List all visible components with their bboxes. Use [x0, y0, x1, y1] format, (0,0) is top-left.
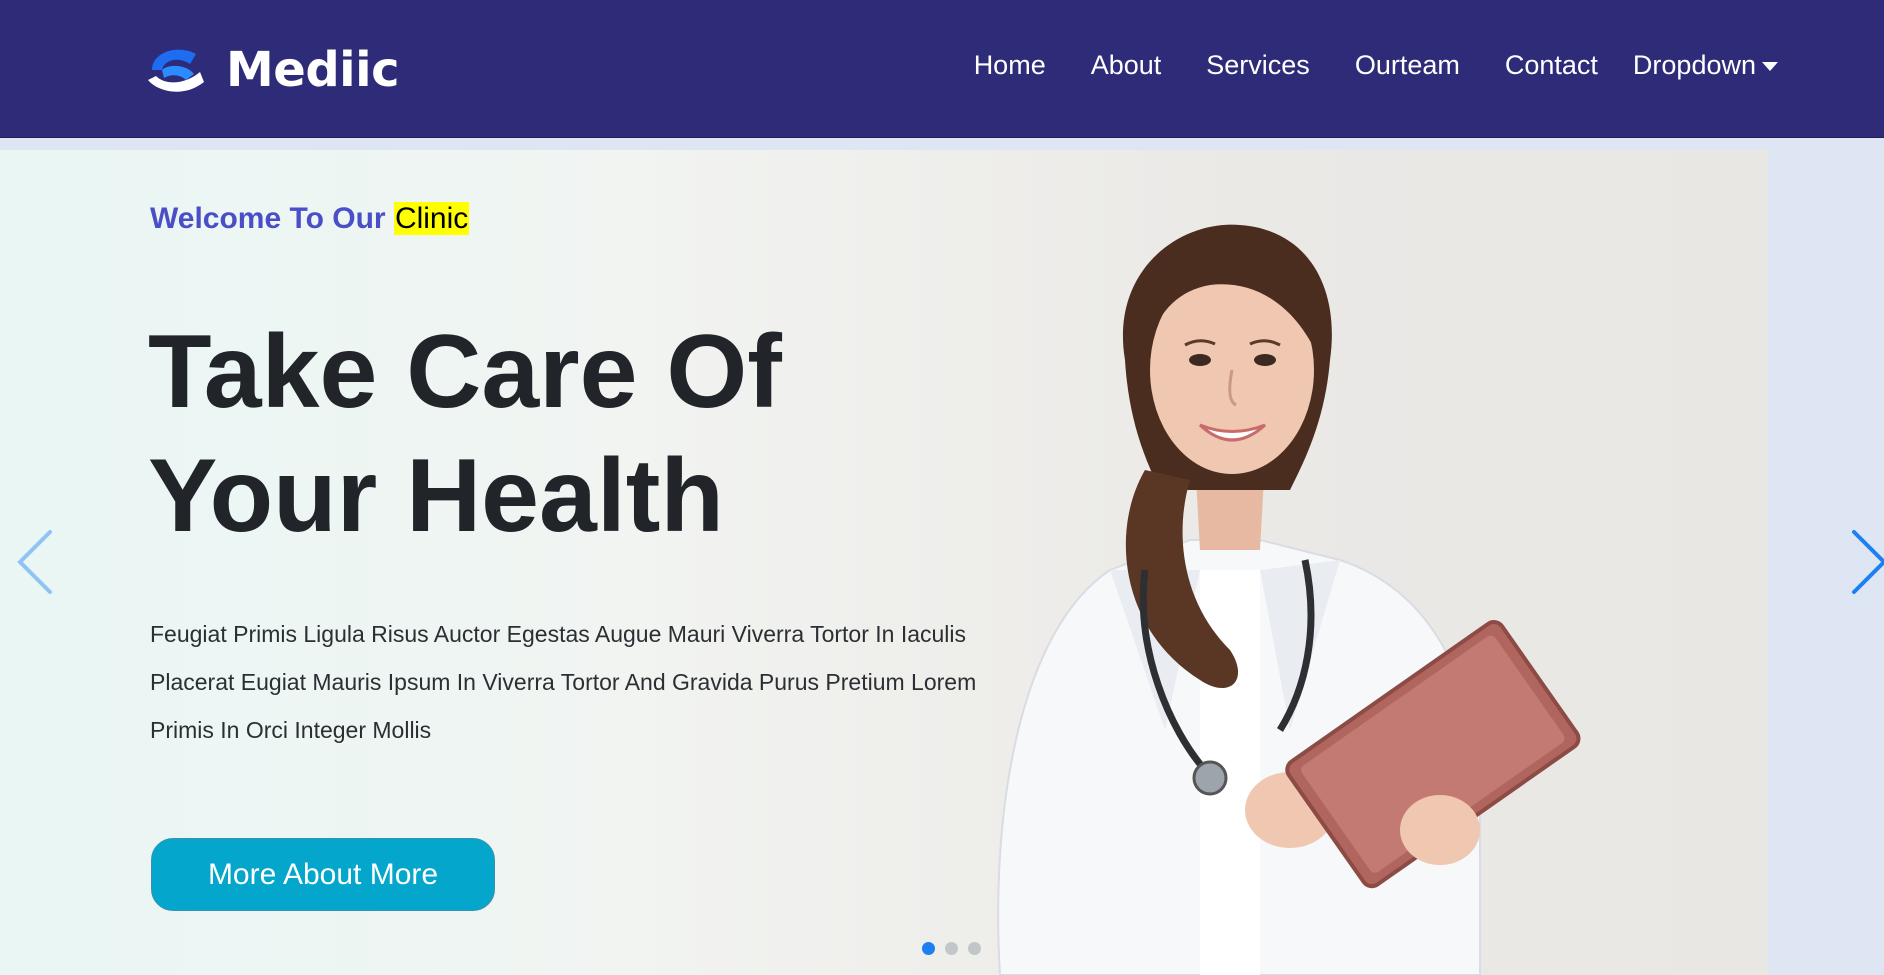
navbar: Mediic Home About Services Ourteam Conta…: [0, 0, 1884, 138]
nav-contact[interactable]: Contact: [1505, 50, 1598, 81]
carousel-indicators: [922, 942, 981, 955]
carousel-prev-button[interactable]: [14, 528, 56, 596]
doctor-with-tablet-photo: [997, 224, 1581, 975]
carousel-next-button[interactable]: [1850, 528, 1884, 596]
nav-home[interactable]: Home: [974, 50, 1046, 81]
welcome-prefix: Welcome To Our: [150, 202, 386, 235]
description-line-1: Feugiat Primis Ligula Risus Auctor Egest…: [150, 621, 967, 647]
carousel-indicator-1[interactable]: [922, 942, 935, 955]
carousel-indicator-2[interactable]: [945, 942, 958, 955]
headline-line-1: Take Care Of: [148, 314, 782, 430]
welcome-text: Welcome To Our Clinic: [150, 202, 470, 236]
carousel-indicator-3[interactable]: [968, 942, 981, 955]
chevron-right-icon: [1852, 530, 1884, 594]
welcome-highlight: Clinic: [393, 202, 470, 235]
hero-description: Feugiat Primis Ligula Risus Auctor Egest…: [150, 610, 1020, 754]
nav-services[interactable]: Services: [1206, 50, 1310, 81]
nav-about[interactable]: About: [1091, 50, 1162, 81]
brand-name: Mediic: [226, 42, 400, 98]
brand-link[interactable]: Mediic: [138, 34, 400, 106]
description-line-3: Primis In Orci Integer Mollis: [150, 717, 432, 743]
mediic-logo-icon: [148, 49, 204, 92]
nav-ourteam[interactable]: Ourteam: [1355, 50, 1460, 81]
hero-headline: Take Care Of Your Health: [148, 310, 908, 558]
caret-down-icon: [1762, 62, 1778, 71]
chevron-left-icon: [17, 530, 52, 594]
main-nav: Home About Services Ourteam Contact Drop…: [974, 50, 1778, 81]
nav-dropdown-toggle[interactable]: Dropdown: [1633, 50, 1778, 81]
headline-line-2: Your Health: [148, 438, 724, 554]
nav-dropdown-label: Dropdown: [1632, 50, 1756, 80]
description-line-2: Placerat Eugiat Mauris Ipsum In Viverra …: [150, 669, 977, 695]
more-about-button[interactable]: More About More: [151, 838, 495, 911]
hero-slide: Welcome To Our Clinic Take Care Of Your …: [0, 150, 1768, 975]
